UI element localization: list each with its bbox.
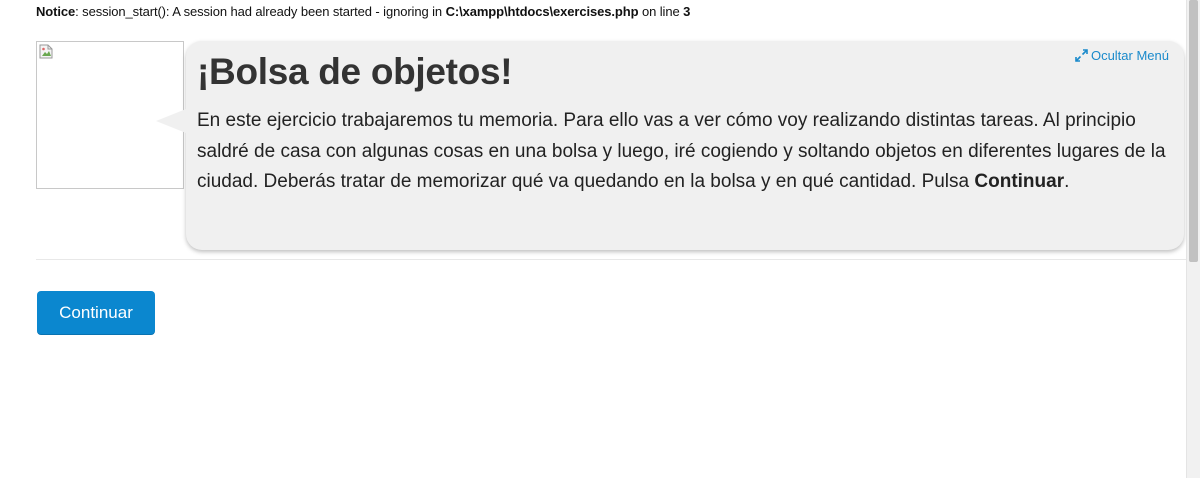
continue-button[interactable]: Continuar [37,291,155,335]
hide-menu-label: Ocultar Menú [1090,48,1169,63]
divider [36,259,1186,260]
speech-bubble-tail [156,109,186,133]
notice-line-number: 3 [683,4,691,19]
vertical-scrollbar[interactable] [1186,0,1200,478]
description-bold: Continuar [974,171,1065,192]
broken-image-icon [39,44,53,59]
notice-line-text: on line [638,4,684,19]
page: Notice: session_start(): A session had a… [0,0,1200,478]
notice-file: C:\xampp\htdocs\exercises.php [445,4,639,19]
notice-label: Notice [36,4,76,19]
exercise-title: ¡Bolsa de objetos! [197,51,513,92]
exercise-description: En este ejercicio trabajaremos tu memori… [197,106,1172,198]
expand-arrows-icon [1075,49,1088,62]
speech-bubble: Ocultar Menú ¡Bolsa de objetos! En este … [156,41,1184,250]
php-notice: Notice: session_start(): A session had a… [36,4,690,19]
scrollbar-thumb[interactable] [1189,0,1198,262]
description-end: . [1064,171,1070,192]
notice-message: : session_start(): A session had already… [75,4,446,19]
hide-menu-link[interactable]: Ocultar Menú [1075,48,1169,63]
